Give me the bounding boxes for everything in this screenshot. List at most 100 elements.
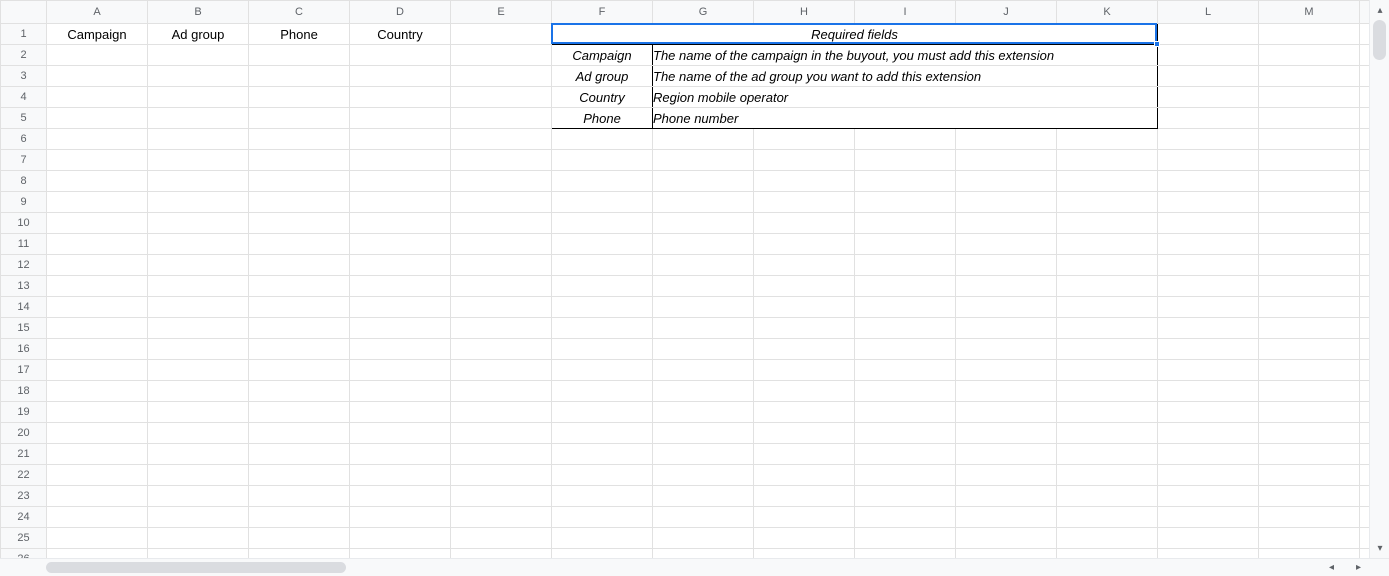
cell-C12[interactable] (249, 255, 350, 276)
cell-A16[interactable] (47, 339, 148, 360)
cell-A13[interactable] (47, 276, 148, 297)
cell-J26[interactable] (956, 549, 1057, 559)
cell-F23[interactable] (552, 486, 653, 507)
cell-B10[interactable] (148, 213, 249, 234)
cell-I15[interactable] (855, 318, 956, 339)
cell-C3[interactable] (249, 66, 350, 87)
row-header-10[interactable]: 10 (1, 213, 47, 234)
row-header-13[interactable]: 13 (1, 276, 47, 297)
cell-B16[interactable] (148, 339, 249, 360)
cell-I21[interactable] (855, 444, 956, 465)
row-header-4[interactable]: 4 (1, 87, 47, 108)
cell-M2[interactable] (1259, 45, 1360, 66)
cell-L11[interactable] (1158, 234, 1259, 255)
cell-F6[interactable] (552, 129, 653, 150)
cell-I7[interactable] (855, 150, 956, 171)
cell-A20[interactable] (47, 423, 148, 444)
cell-M6[interactable] (1259, 129, 1360, 150)
cell-F14[interactable] (552, 297, 653, 318)
cell-D16[interactable] (350, 339, 451, 360)
cell-D17[interactable] (350, 360, 451, 381)
cell-H26[interactable] (754, 549, 855, 559)
cell-K18[interactable] (1057, 381, 1158, 402)
cell-E9[interactable] (451, 192, 552, 213)
cell-B3[interactable] (148, 66, 249, 87)
cell-E20[interactable] (451, 423, 552, 444)
cell-G6[interactable] (653, 129, 754, 150)
cell-D5[interactable] (350, 108, 451, 129)
cell-N18[interactable] (1360, 381, 1370, 402)
cell-L6[interactable] (1158, 129, 1259, 150)
cell-M12[interactable] (1259, 255, 1360, 276)
cell-F7[interactable] (552, 150, 653, 171)
cell-E1[interactable] (451, 24, 552, 45)
required-field-label[interactable]: Phone (552, 108, 653, 129)
sheet-nav-next[interactable]: ▸ (1348, 562, 1369, 573)
cell-A12[interactable] (47, 255, 148, 276)
cell-I17[interactable] (855, 360, 956, 381)
cell-D25[interactable] (350, 528, 451, 549)
cell-B8[interactable] (148, 171, 249, 192)
cell-E19[interactable] (451, 402, 552, 423)
scroll-up-button[interactable]: ▴ (1370, 0, 1389, 20)
col-header-I[interactable]: I (855, 1, 956, 24)
cell-E8[interactable] (451, 171, 552, 192)
cell-F17[interactable] (552, 360, 653, 381)
cell-A5[interactable] (47, 108, 148, 129)
cell-G18[interactable] (653, 381, 754, 402)
cell-E14[interactable] (451, 297, 552, 318)
cell-N25[interactable] (1360, 528, 1370, 549)
cell-H16[interactable] (754, 339, 855, 360)
cell-G10[interactable] (653, 213, 754, 234)
cell-C11[interactable] (249, 234, 350, 255)
cell-C13[interactable] (249, 276, 350, 297)
vertical-scroll-thumb[interactable] (1373, 20, 1386, 60)
cell-H18[interactable] (754, 381, 855, 402)
cell-C26[interactable] (249, 549, 350, 559)
cell-K7[interactable] (1057, 150, 1158, 171)
cell-J9[interactable] (956, 192, 1057, 213)
cell-L2[interactable] (1158, 45, 1259, 66)
cell-I13[interactable] (855, 276, 956, 297)
cell-M21[interactable] (1259, 444, 1360, 465)
cell-C6[interactable] (249, 129, 350, 150)
cell-C24[interactable] (249, 507, 350, 528)
cell-E13[interactable] (451, 276, 552, 297)
required-field-label[interactable]: Country (552, 87, 653, 108)
cell-K20[interactable] (1057, 423, 1158, 444)
cell-K24[interactable] (1057, 507, 1158, 528)
cell-A19[interactable] (47, 402, 148, 423)
col-header-B[interactable]: B (148, 1, 249, 24)
cell-N24[interactable] (1360, 507, 1370, 528)
cell-J25[interactable] (956, 528, 1057, 549)
cell-J17[interactable] (956, 360, 1057, 381)
cell-F11[interactable] (552, 234, 653, 255)
cell-B13[interactable] (148, 276, 249, 297)
cell-A11[interactable] (47, 234, 148, 255)
cell-L7[interactable] (1158, 150, 1259, 171)
cell-M17[interactable] (1259, 360, 1360, 381)
input-header-C[interactable]: Phone (249, 24, 350, 45)
cell-B26[interactable] (148, 549, 249, 559)
required-field-label[interactable]: Campaign (552, 45, 653, 66)
required-field-desc[interactable]: Phone number (653, 108, 1158, 129)
cell-H12[interactable] (754, 255, 855, 276)
cell-N8[interactable] (1360, 171, 1370, 192)
row-header-21[interactable]: 21 (1, 444, 47, 465)
cell-F22[interactable] (552, 465, 653, 486)
cell-D9[interactable] (350, 192, 451, 213)
cell-N21[interactable] (1360, 444, 1370, 465)
cell-J6[interactable] (956, 129, 1057, 150)
required-field-desc[interactable]: The name of the ad group you want to add… (653, 66, 1158, 87)
row-header-20[interactable]: 20 (1, 423, 47, 444)
cell-B4[interactable] (148, 87, 249, 108)
cell-G16[interactable] (653, 339, 754, 360)
cell-G24[interactable] (653, 507, 754, 528)
cell-A10[interactable] (47, 213, 148, 234)
cell-A15[interactable] (47, 318, 148, 339)
cell-H9[interactable] (754, 192, 855, 213)
row-header-15[interactable]: 15 (1, 318, 47, 339)
cell-D20[interactable] (350, 423, 451, 444)
cell-L10[interactable] (1158, 213, 1259, 234)
cell-A9[interactable] (47, 192, 148, 213)
